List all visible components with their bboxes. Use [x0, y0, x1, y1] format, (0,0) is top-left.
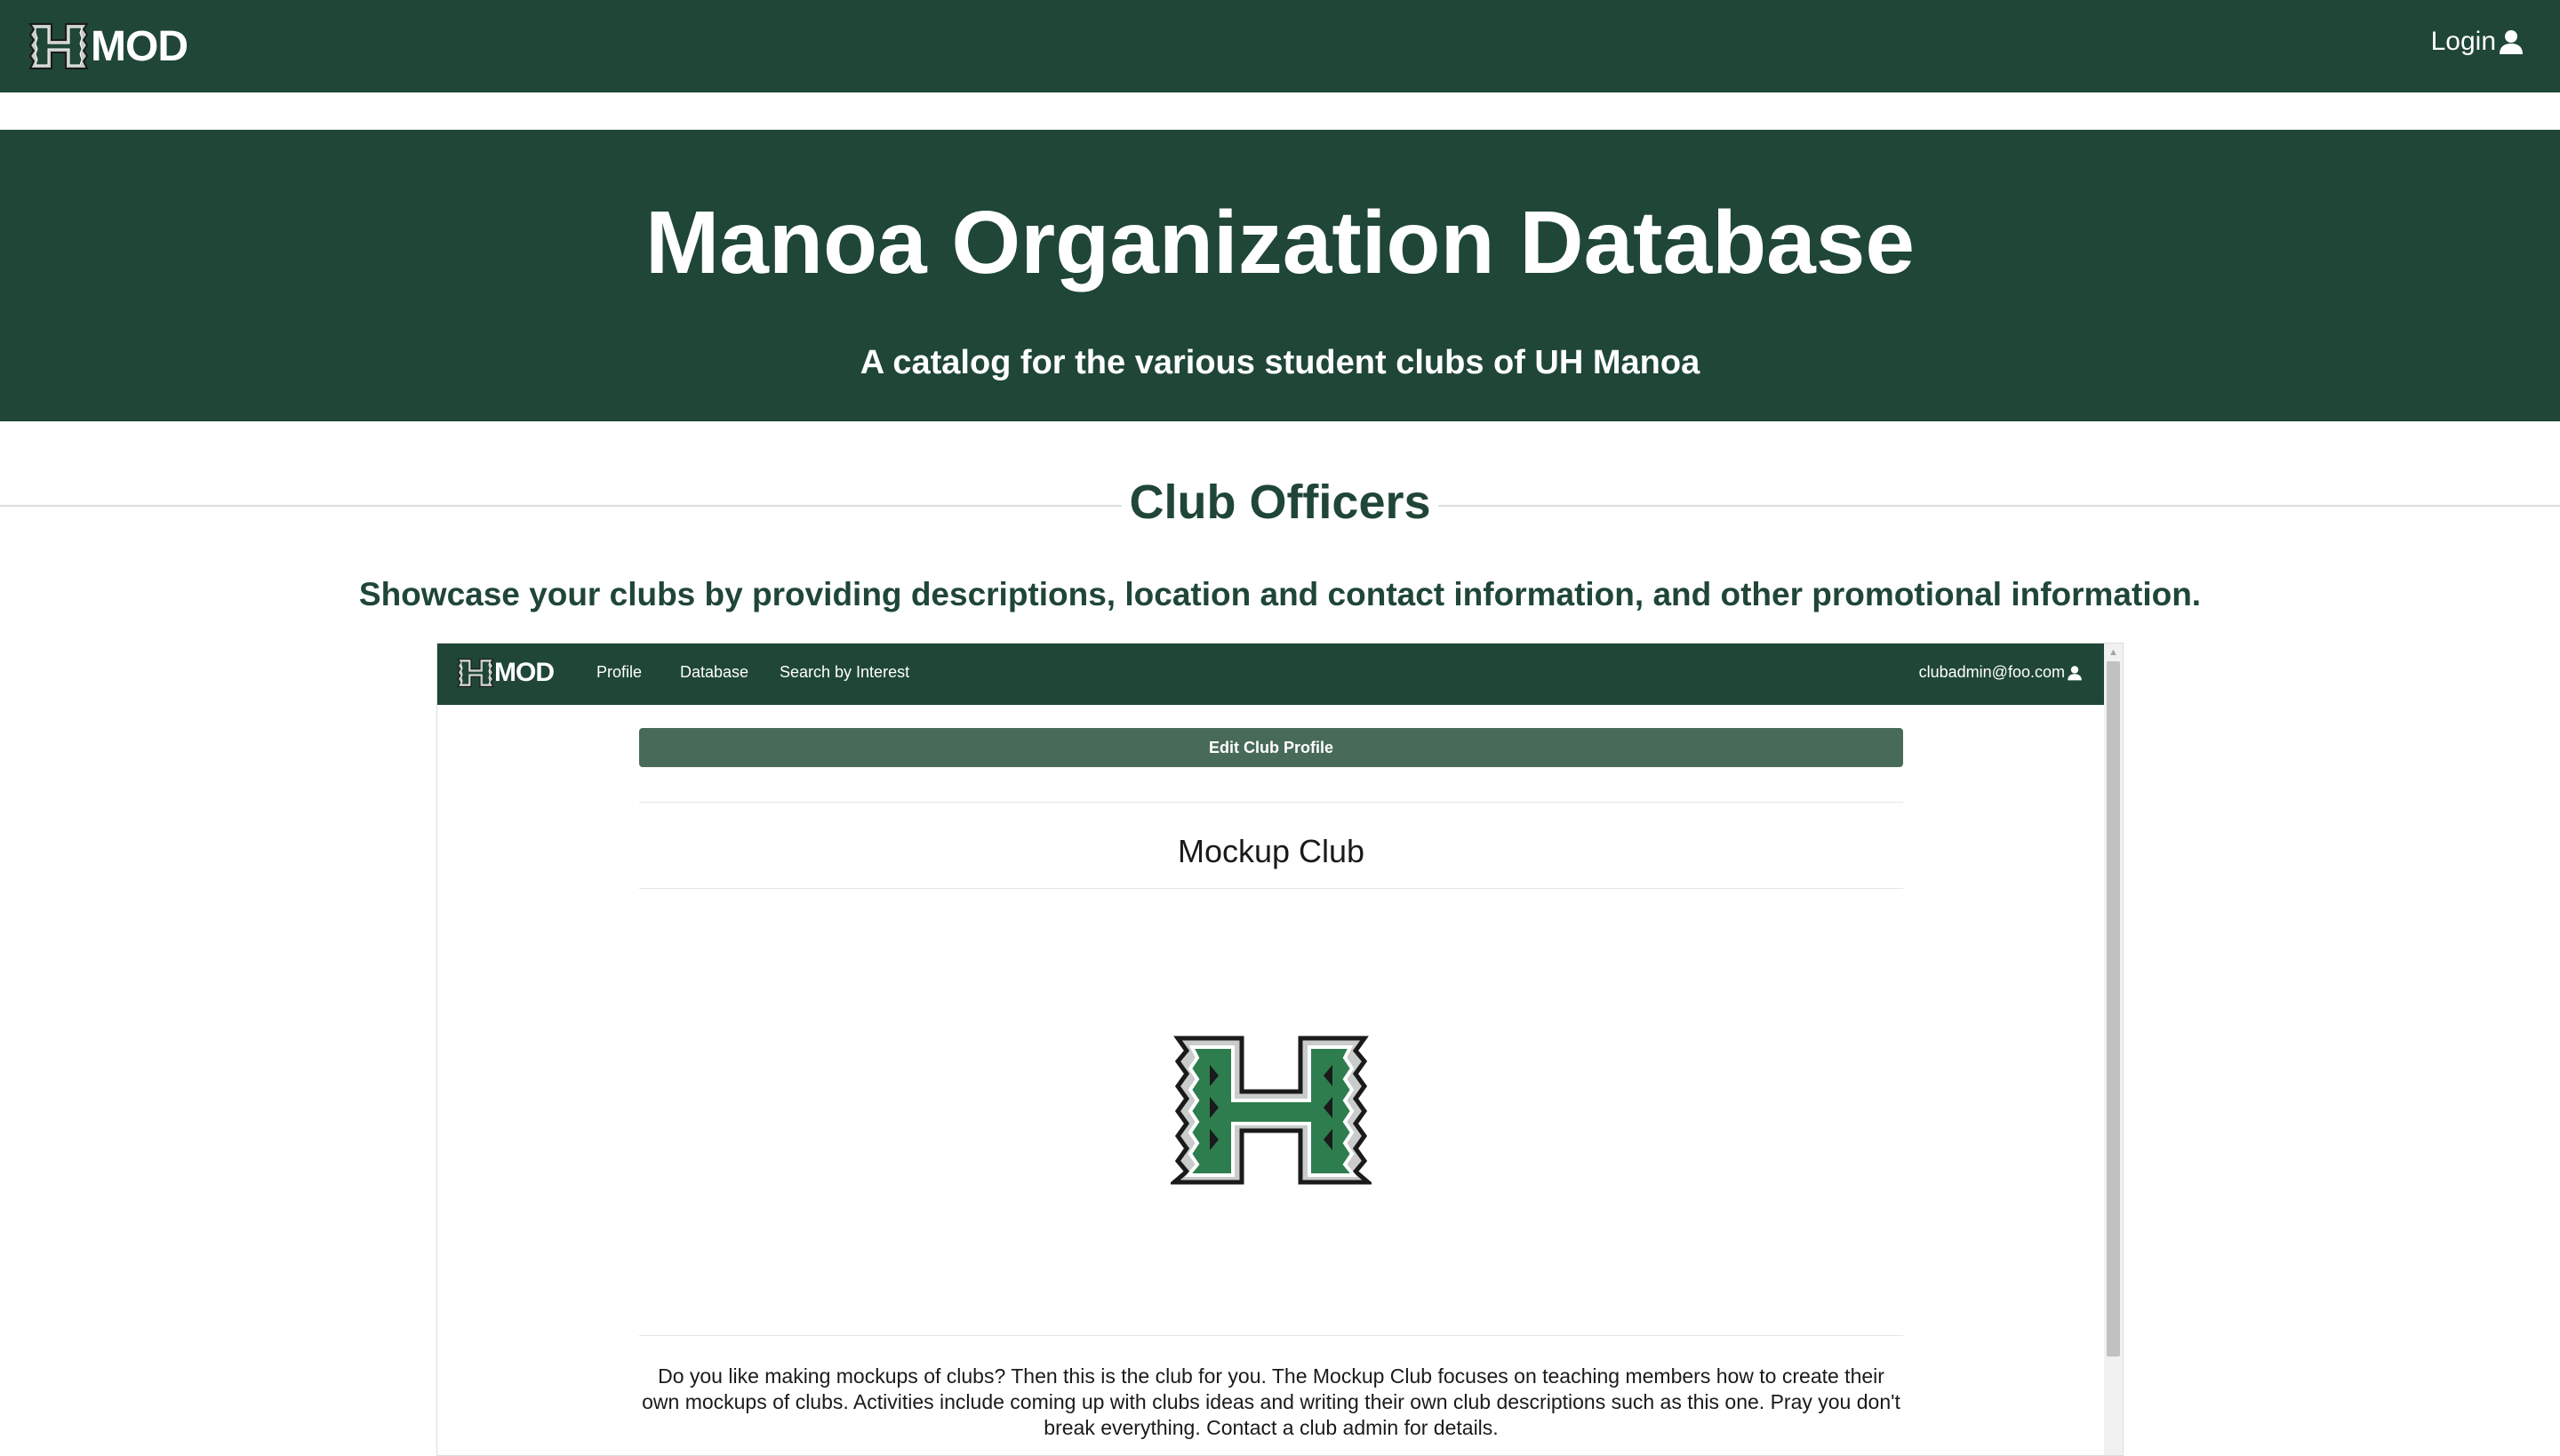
- preview-edit-club-button: Edit Club Profile: [639, 728, 1903, 767]
- uh-h-logo-icon: [1171, 1036, 1372, 1185]
- preview-navbar: MOD Profile Database Search by Interest …: [437, 644, 2106, 705]
- preview-scrollbar: ▲: [2104, 644, 2123, 1455]
- brand-text: MOD: [91, 22, 188, 70]
- preview-club-name: Mockup Club: [1177, 833, 1365, 869]
- scroll-up-icon: ▲: [2108, 647, 2118, 658]
- user-icon: [2068, 665, 2082, 680]
- preview-brand-text: MOD: [494, 658, 555, 687]
- app-screenshot-preview: MOD Profile Database Search by Interest …: [436, 643, 2124, 1456]
- preview-brand: MOD: [457, 658, 555, 688]
- preview-user-email: clubadmin@foo.com: [1918, 663, 2065, 681]
- preview-user-menu: clubadmin@foo.com: [1919, 663, 2083, 682]
- section-title: Club Officers: [1129, 476, 1431, 529]
- preview-club-description: Do you like making mockups of clubs? The…: [642, 1364, 1900, 1439]
- preview-divider: [639, 1335, 1903, 1336]
- preview-nav-search: Search by Interest: [780, 663, 910, 681]
- preview-divider: [639, 888, 1903, 889]
- top-navbar: MOD Login: [0, 0, 2560, 92]
- divider-right: [1438, 505, 2560, 507]
- hero-banner: Manoa Organization Database A catalog fo…: [0, 130, 2560, 421]
- user-icon: [2500, 30, 2523, 54]
- section-description: Showcase your clubs by providing descrip…: [358, 576, 2202, 612]
- uh-h-logo-icon: [28, 23, 89, 69]
- preview-divider: [639, 802, 1903, 803]
- hero-title: Manoa Organization Database: [644, 193, 1916, 292]
- login-button[interactable]: Login: [2431, 27, 2524, 57]
- hero-subtitle: A catalog for the various student clubs …: [860, 344, 1700, 381]
- preview-nav-database: Database: [680, 663, 749, 681]
- login-label: Login: [2430, 27, 2496, 56]
- preview-scrollbar-thumb: [2107, 661, 2120, 1356]
- section-header: Club Officers: [0, 471, 2560, 533]
- uh-h-logo-icon: [457, 658, 494, 688]
- brand-link[interactable]: MOD: [28, 21, 188, 71]
- preview-nav-profile: Profile: [596, 663, 643, 681]
